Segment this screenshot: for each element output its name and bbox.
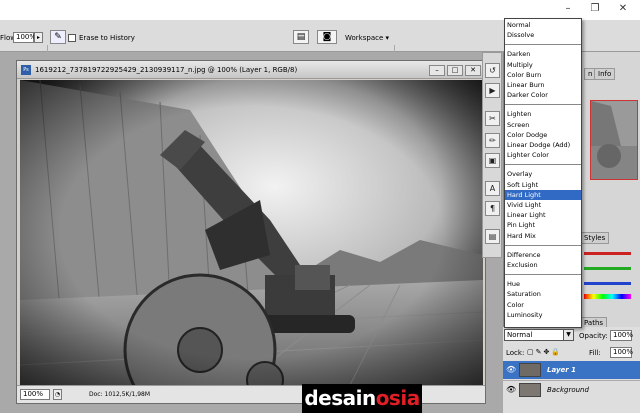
blend-mode-option[interactable]: Hard Mix (505, 231, 581, 241)
blend-mode-option[interactable]: Normal (505, 20, 581, 30)
visibility-eye-icon[interactable]: 👁 (506, 385, 516, 395)
blend-mode-option[interactable]: Multiply (505, 60, 581, 70)
blend-mode-option[interactable]: Linear Burn (505, 80, 581, 90)
menu-divider (505, 44, 581, 46)
layer-thumbnail (519, 363, 541, 377)
document-title: 1619212_737819722925429_2130939117_n.jpg… (35, 66, 298, 74)
doc-close-icon[interactable]: ✕ (465, 65, 481, 76)
blend-mode-option[interactable]: Dissolve (505, 30, 581, 40)
blend-mode-option[interactable]: Difference (505, 250, 581, 260)
paragraph-icon[interactable]: ¶ (485, 201, 500, 216)
visibility-eye-icon[interactable]: 👁 (506, 365, 516, 375)
close-icon[interactable]: ✕ (616, 3, 630, 15)
layer-thumbnail (519, 383, 541, 397)
blend-mode-option[interactable]: Linear Dodge (Add) (505, 140, 581, 150)
watermark-logo: desainosia (302, 384, 422, 413)
tab-info[interactable]: Info (594, 68, 616, 80)
layer-row-layer-1[interactable]: 👁 Layer 1 (503, 361, 640, 379)
menu-divider (505, 274, 581, 276)
erase-to-history-checkbox[interactable] (68, 34, 76, 42)
red-slider[interactable] (584, 252, 631, 255)
doc-maximize-icon[interactable]: □ (447, 65, 463, 76)
flow-arrow-icon[interactable]: ▸ (34, 32, 43, 43)
blend-mode-option[interactable]: Lighter Color (505, 150, 581, 160)
menu-divider (505, 244, 581, 246)
actions-icon[interactable]: ▶ (485, 83, 500, 98)
palette-well-icon[interactable]: ▤ (293, 30, 309, 44)
workspace-menu[interactable]: Workspace ▾ (345, 34, 389, 42)
blend-mode-option[interactable]: Lighten (505, 109, 581, 119)
zoom-level-input[interactable]: 100% (20, 389, 50, 400)
opacity-input[interactable]: 100% (610, 330, 633, 341)
erase-to-history-label: Erase to History (79, 34, 135, 42)
menu-divider (505, 104, 581, 106)
image-canvas[interactable] (20, 80, 483, 385)
blue-slider[interactable] (584, 282, 631, 285)
green-slider[interactable] (584, 267, 631, 270)
minimize-icon[interactable]: – (561, 3, 575, 15)
menu-divider (505, 164, 581, 166)
fill-label: Fill: (589, 349, 601, 357)
airbrush-icon[interactable]: ✎ (50, 30, 66, 44)
status-menu-icon[interactable]: ◔ (53, 389, 62, 400)
doc-minimize-icon[interactable]: – (429, 65, 445, 76)
blend-mode-option[interactable]: Overlay (505, 169, 581, 179)
blend-mode-option[interactable]: Pin Light (505, 220, 581, 230)
tab-styles[interactable]: Styles (580, 232, 610, 244)
palette-dock: ↺ ▶ ✂ ✏ ▣ A ¶ ▤ (482, 52, 502, 258)
clone-source-icon[interactable]: ▣ (485, 153, 500, 168)
restore-icon[interactable]: ❐ (588, 3, 602, 15)
layer-comps-icon[interactable]: ▤ (485, 229, 500, 244)
blend-mode-menu: Normal Dissolve Darken Multiply Color Burn Li… (504, 18, 582, 328)
blend-mode-option[interactable]: Luminosity (505, 310, 581, 320)
navigator-thumbnail[interactable] (590, 100, 638, 180)
blend-mode-option[interactable]: Color Burn (505, 70, 581, 80)
blend-mode-option[interactable]: Color (505, 300, 581, 310)
blend-mode-option[interactable]: Linear Light (505, 210, 581, 220)
document-titlebar[interactable]: Ps 1619212_737819722925429_2130939117_n.… (17, 61, 485, 79)
blend-mode-option[interactable]: Soft Light (505, 180, 581, 190)
blend-mode-option[interactable]: Darken (505, 49, 581, 59)
blend-mode-option[interactable]: Exclusion (505, 260, 581, 270)
blend-mode-option[interactable]: Screen (505, 120, 581, 130)
lock-label: Lock: (506, 349, 525, 357)
lock-icons[interactable]: ▢✎✥🔒 (527, 348, 562, 356)
excavator-photo (20, 80, 483, 385)
layer-name: Layer 1 (547, 366, 577, 374)
character-icon[interactable]: A (485, 181, 500, 196)
photoshop-doc-icon: Ps (21, 65, 31, 75)
layer-row-background[interactable]: 👁 Background (503, 380, 640, 398)
brushes-icon[interactable]: ✏ (485, 133, 500, 148)
tool-presets-icon[interactable]: ✂ (485, 111, 500, 126)
blend-mode-option[interactable]: Vivid Light (505, 200, 581, 210)
history-icon[interactable]: ↺ (485, 63, 500, 78)
workspace-camera-icon[interactable]: ◙ (317, 30, 337, 44)
blend-mode-option[interactable]: Color Dodge (505, 130, 581, 140)
opacity-label: Opacity: (579, 332, 608, 340)
document-window: Ps 1619212_737819722925429_2130939117_n.… (16, 60, 486, 404)
document-info: Doc: 1012,5K/1,98M (89, 391, 151, 398)
blend-mode-option[interactable]: Hue (505, 279, 581, 289)
app-titlebar: – ❐ ✕ (0, 0, 640, 20)
layer-name: Background (547, 386, 589, 394)
blend-mode-option[interactable]: Hard Light (505, 189, 581, 200)
blend-mode-option[interactable]: Darker Color (505, 90, 581, 100)
chevron-down-icon[interactable]: ▼ (563, 329, 574, 341)
flow-input[interactable]: 100% (13, 32, 36, 43)
fill-input[interactable]: 100% (610, 347, 633, 358)
blend-mode-option[interactable]: Saturation (505, 289, 581, 299)
color-ramp[interactable] (584, 294, 631, 299)
